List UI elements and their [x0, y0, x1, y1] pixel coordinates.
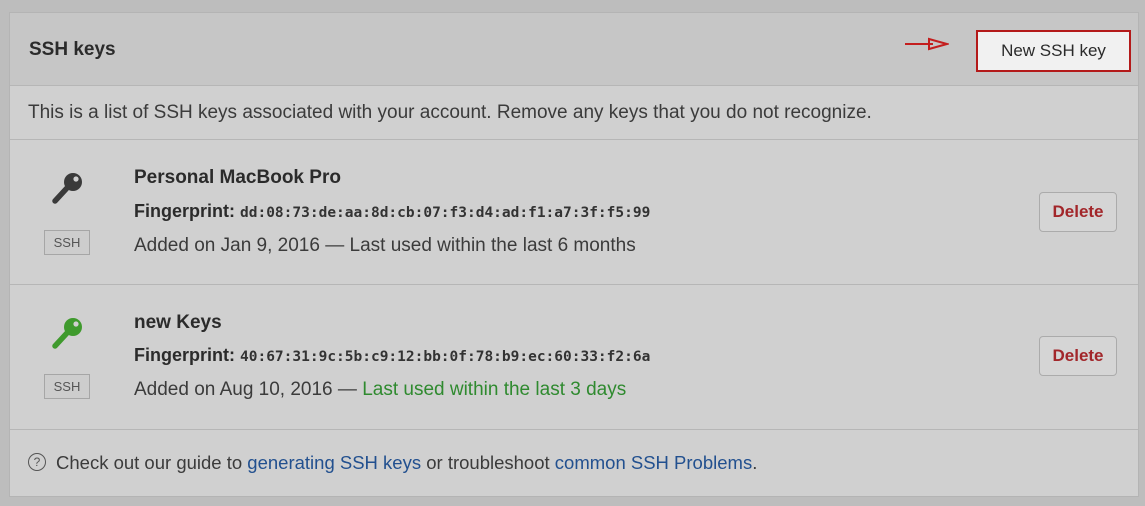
- key-row: SSH new Keys Fingerprint: 40:67:31:9c:5b…: [10, 285, 1138, 430]
- footer-text: Check out our guide to: [56, 452, 248, 473]
- ssh-keys-panel: SSH keys New SSH key This is a list of S…: [9, 12, 1139, 497]
- ssh-badge: SSH: [44, 230, 90, 255]
- ssh-badge: SSH: [44, 374, 90, 399]
- question-circle-icon: ?: [28, 453, 46, 472]
- help-footer: ? Check out our guide to generating SSH k…: [10, 429, 1138, 497]
- fingerprint-label: Fingerprint:: [134, 201, 235, 221]
- key-added-info: Added on Aug 10, 2016 — Last used within…: [134, 379, 626, 401]
- added-date: Added on Jan 9, 2016 —: [134, 235, 350, 256]
- key-icon: [52, 173, 82, 204]
- fingerprint-value: 40:67:31:9c:5b:c9:12:bb:0f:78:b9:ec:60:3…: [240, 349, 651, 365]
- footer-text: or troubleshoot: [421, 452, 555, 473]
- key-added-info: Added on Jan 9, 2016 — Last used within …: [134, 235, 636, 257]
- panel-header: SSH keys New SSH key: [10, 13, 1138, 86]
- key-fingerprint: Fingerprint: 40:67:31:9c:5b:c9:12:bb:0f:…: [134, 345, 650, 366]
- fingerprint-value: dd:08:73:de:aa:8d:cb:07:f3:d4:ad:f1:a7:3…: [240, 205, 651, 221]
- key-title: Personal MacBook Pro: [134, 167, 341, 188]
- generating-ssh-keys-link[interactable]: generating SSH keys: [247, 452, 421, 473]
- keys-description: This is a list of SSH keys associated wi…: [10, 86, 1138, 140]
- footer-text: .: [752, 452, 758, 473]
- key-icon: [52, 318, 82, 349]
- arrow-icon: [905, 37, 949, 51]
- delete-button[interactable]: Delete: [1039, 336, 1117, 376]
- last-used: Last used within the last 6 months: [349, 235, 636, 256]
- fingerprint-label: Fingerprint:: [134, 345, 235, 365]
- key-row: SSH Personal MacBook Pro Fingerprint: dd…: [10, 140, 1138, 285]
- common-ssh-problems-link[interactable]: common SSH Problems: [555, 452, 752, 473]
- key-fingerprint: Fingerprint: dd:08:73:de:aa:8d:cb:07:f3:…: [134, 201, 650, 222]
- added-date: Added on Aug 10, 2016 —: [134, 379, 363, 400]
- new-ssh-key-button[interactable]: New SSH key: [976, 30, 1131, 72]
- last-used: Last used within the last 3 days: [362, 379, 627, 400]
- delete-button[interactable]: Delete: [1039, 192, 1117, 232]
- key-title: new Keys: [134, 312, 222, 333]
- page-title: SSH keys: [29, 39, 116, 60]
